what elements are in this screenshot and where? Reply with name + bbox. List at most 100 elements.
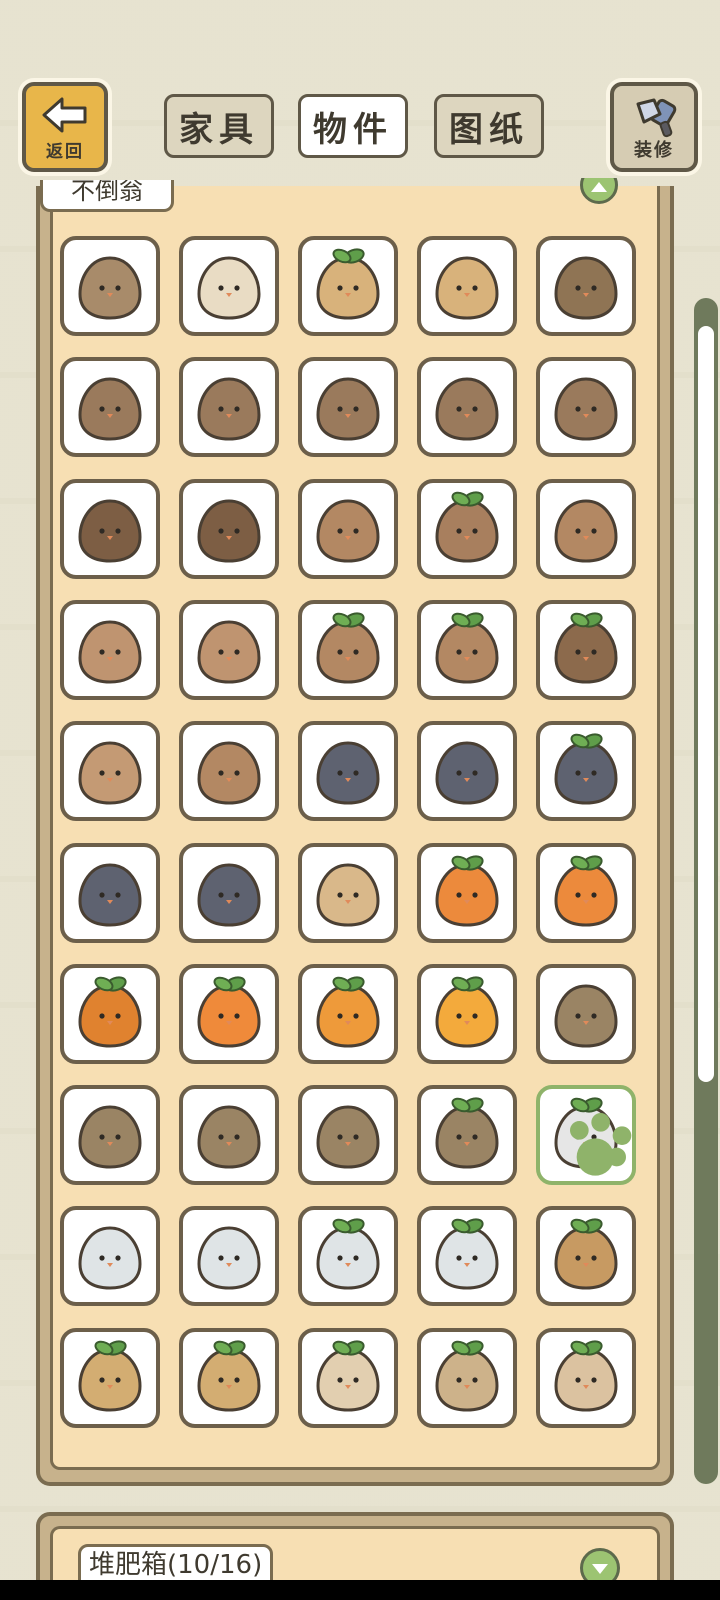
item-slot-daruma-14[interactable] [417, 478, 517, 579]
item-slot-daruma-4[interactable] [417, 236, 517, 336]
item-slot-daruma-10[interactable] [536, 357, 636, 458]
item-slot-daruma-7[interactable] [179, 357, 279, 458]
item-slot-daruma-39[interactable] [417, 1085, 517, 1186]
compost-section-title[interactable]: 堆肥箱(10/16) [78, 1544, 274, 1584]
daruma-icon [435, 741, 499, 805]
daruma-icon [554, 1340, 618, 1412]
daruma-icon [78, 377, 142, 441]
item-slot-daruma-19[interactable] [417, 599, 517, 700]
daruma-icon [197, 976, 261, 1048]
daruma-icon [316, 1105, 380, 1169]
item-slot-daruma-32[interactable] [179, 963, 279, 1064]
item-slot-daruma-6[interactable] [60, 357, 160, 458]
daruma-icon [316, 248, 380, 320]
daruma-icon [554, 854, 618, 927]
item-slot-daruma-24[interactable] [417, 721, 517, 822]
item-slot-daruma-45[interactable] [536, 1206, 636, 1307]
item-slot-daruma-41[interactable] [60, 1206, 160, 1307]
item-slot-daruma-8[interactable] [298, 357, 398, 458]
item-slot-daruma-35[interactable] [536, 963, 636, 1064]
daruma-icon [197, 862, 261, 927]
daruma-icon [197, 1340, 261, 1412]
item-slot-daruma-25[interactable] [536, 721, 636, 822]
chevron-down-icon [592, 1564, 608, 1574]
item-slot-daruma-28[interactable] [298, 842, 398, 943]
item-slot-daruma-29[interactable] [417, 842, 517, 943]
daruma-icon [78, 741, 142, 805]
item-slot-daruma-17[interactable] [179, 599, 279, 700]
item-slot-daruma-37[interactable] [179, 1085, 279, 1186]
item-slot-daruma-36[interactable] [60, 1085, 160, 1186]
top-bar: 返回 家具 物件 图纸 装修 [0, 0, 720, 190]
item-slot-daruma-40[interactable] [536, 1085, 636, 1186]
item-slot-daruma-15[interactable] [536, 478, 636, 579]
item-slot-daruma-2[interactable] [179, 236, 279, 336]
daruma-icon [197, 1105, 261, 1169]
item-slot-daruma-34[interactable] [417, 963, 517, 1064]
item-slot-daruma-20[interactable] [536, 599, 636, 700]
item-slot-daruma-31[interactable] [60, 963, 160, 1064]
item-slot-daruma-38[interactable] [298, 1085, 398, 1186]
item-slot-daruma-42[interactable] [179, 1206, 279, 1307]
daruma-icon [435, 1218, 499, 1290]
frog-hand-cursor-icon [570, 1113, 632, 1176]
daruma-icon [316, 1340, 380, 1412]
item-slot-daruma-21[interactable] [60, 721, 160, 822]
daruma-icon [78, 1226, 142, 1290]
daruma-icon [78, 1340, 142, 1412]
item-slot-daruma-23[interactable] [298, 721, 398, 822]
daruma-icon [554, 612, 618, 684]
item-slot-daruma-50[interactable] [536, 1327, 636, 1428]
daruma-icon [197, 499, 261, 563]
scrollbar-thumb[interactable] [698, 326, 714, 1082]
daruma-icon [316, 976, 380, 1048]
daruma-icon [435, 490, 499, 563]
scrollbar[interactable] [694, 298, 718, 1484]
daruma-icon [435, 854, 499, 927]
daruma-icon [554, 733, 618, 805]
daruma-icon [435, 1097, 499, 1169]
item-slot-daruma-47[interactable] [179, 1327, 279, 1428]
item-slot-daruma-1[interactable] [60, 236, 160, 336]
paint-brush-icon [636, 98, 677, 138]
item-slot-daruma-9[interactable] [417, 357, 517, 458]
daruma-icon [78, 976, 142, 1048]
daruma-icon [197, 741, 261, 805]
item-slot-daruma-46[interactable] [60, 1327, 160, 1428]
daruma-icon [316, 499, 380, 563]
tab-objects[interactable]: 物件 [298, 94, 408, 158]
daruma-icon [435, 377, 499, 441]
item-slot-daruma-26[interactable] [60, 842, 160, 943]
daruma-icon [78, 499, 142, 563]
tab-furniture[interactable]: 家具 [164, 94, 274, 158]
item-slot-daruma-27[interactable] [179, 842, 279, 943]
daruma-icon [554, 256, 618, 320]
item-slot-daruma-22[interactable] [179, 721, 279, 822]
item-slot-daruma-13[interactable] [298, 478, 398, 579]
screen-edge [0, 1580, 720, 1600]
item-slot-daruma-16[interactable] [60, 599, 160, 700]
daruma-icon [435, 612, 499, 684]
item-slot-daruma-12[interactable] [179, 478, 279, 579]
item-slot-daruma-3[interactable] [298, 236, 398, 336]
item-slot-daruma-30[interactable] [536, 842, 636, 943]
item-slot-daruma-5[interactable] [536, 236, 636, 336]
daruma-icon [316, 741, 380, 805]
daruma-icon [554, 1218, 618, 1290]
decorate-label: 装修 [634, 140, 674, 161]
item-slot-daruma-18[interactable] [298, 599, 398, 700]
tab-label: 家具 [179, 109, 259, 150]
tab-blueprints[interactable]: 图纸 [434, 94, 544, 158]
back-button[interactable]: 返回 [22, 82, 108, 172]
item-slot-daruma-11[interactable] [60, 478, 160, 579]
item-slot-daruma-33[interactable] [298, 963, 398, 1064]
item-slot-daruma-44[interactable] [417, 1206, 517, 1307]
daruma-icon [554, 984, 618, 1048]
item-slot-daruma-48[interactable] [298, 1327, 398, 1428]
daruma-icon [316, 862, 380, 927]
item-slot-daruma-43[interactable] [298, 1206, 398, 1307]
daruma-icon [78, 862, 142, 927]
decorate-button[interactable]: 装修 [610, 82, 698, 172]
daruma-icon [197, 620, 261, 684]
item-slot-daruma-49[interactable] [417, 1327, 517, 1428]
